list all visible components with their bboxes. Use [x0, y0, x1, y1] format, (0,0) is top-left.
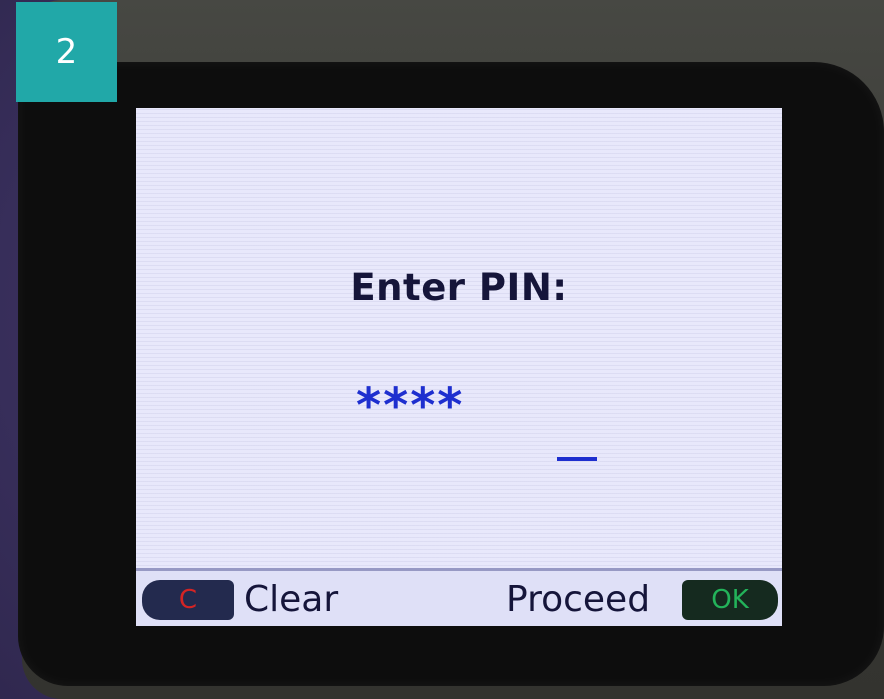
clear-label: Clear	[244, 579, 339, 620]
pin-entry-field[interactable]: ****	[356, 378, 464, 434]
proceed-label: Proceed	[506, 579, 651, 620]
softkey-bar: C Clear Proceed OK	[136, 568, 782, 626]
terminal-screen: Enter PIN: **** C Clear Proceed OK	[136, 108, 782, 626]
pin-prompt: Enter PIN:	[350, 266, 568, 309]
clear-key-button[interactable]: C	[142, 580, 234, 620]
input-cursor	[557, 457, 597, 461]
step-number-badge: 2	[16, 2, 117, 102]
ok-key-button[interactable]: OK	[682, 580, 778, 620]
